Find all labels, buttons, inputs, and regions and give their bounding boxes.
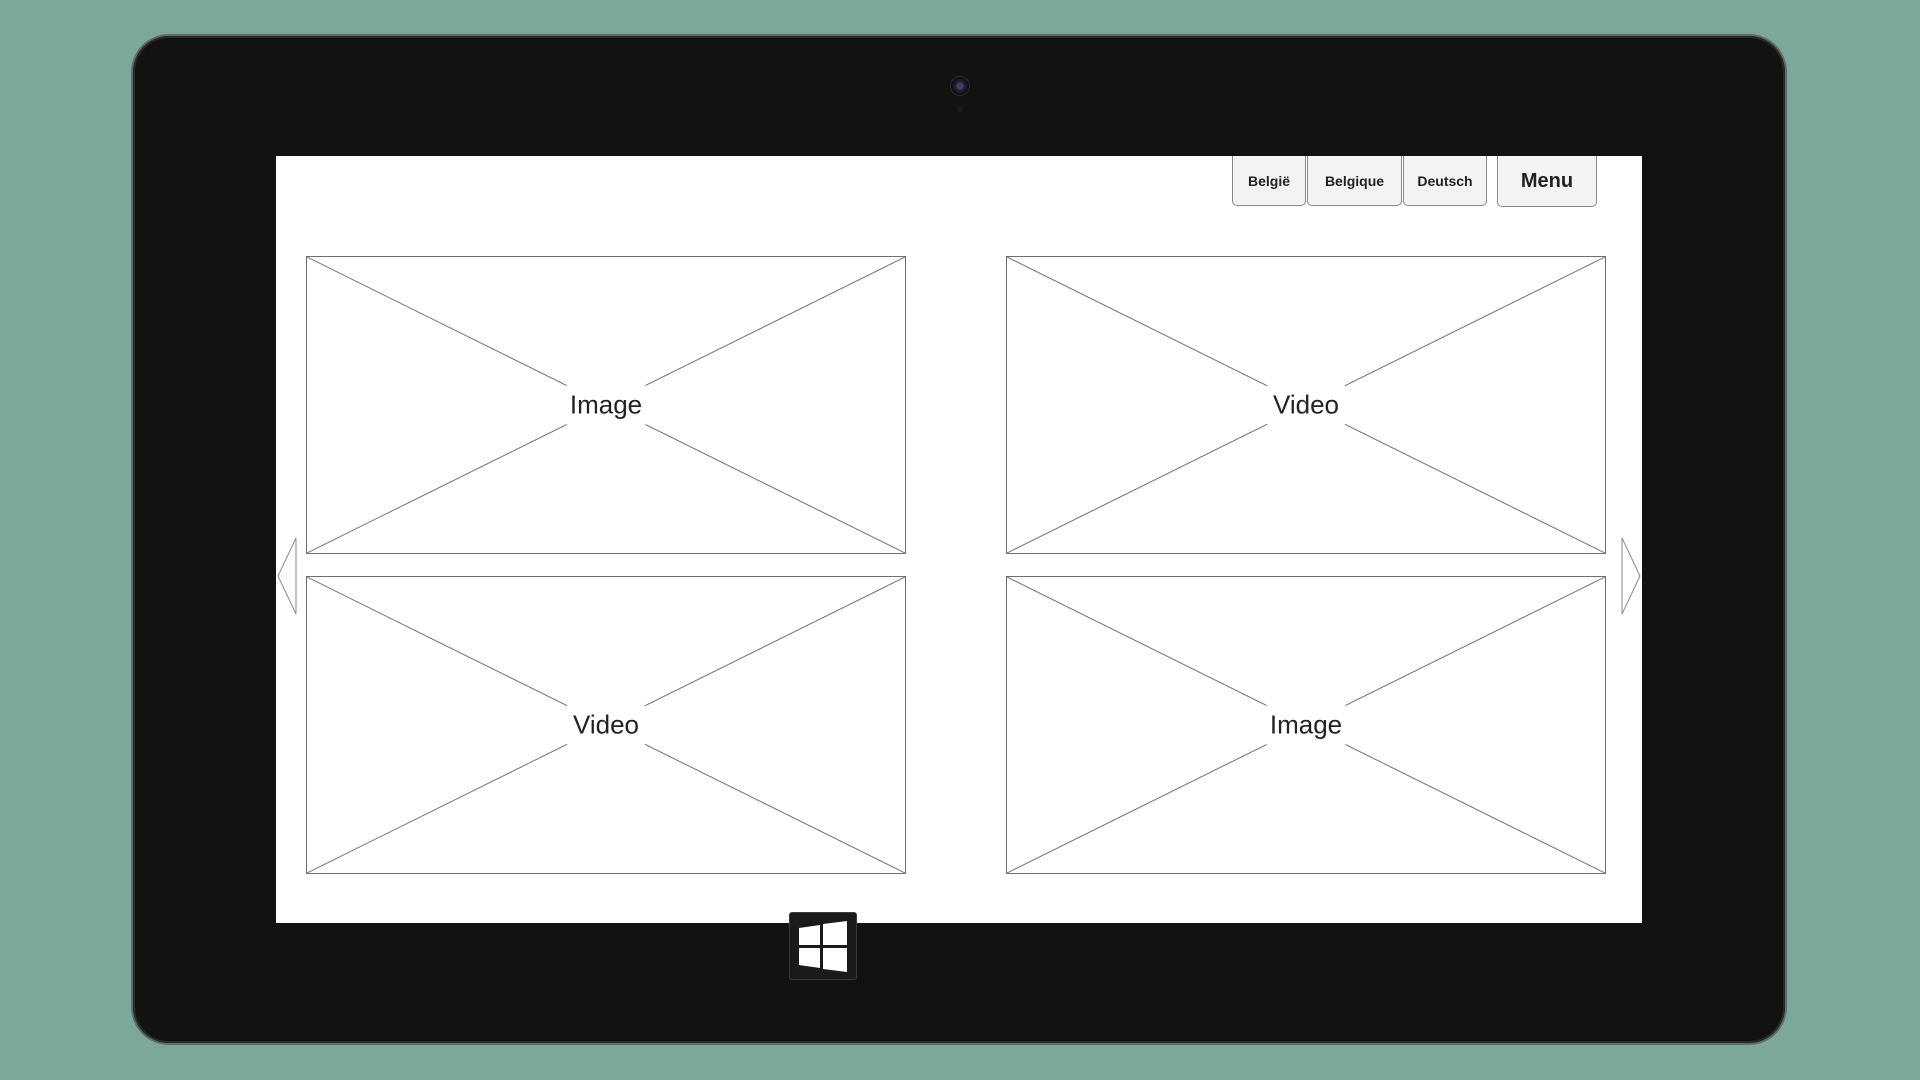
tile-label: Image (1263, 705, 1349, 745)
windows-home-button[interactable] (789, 912, 857, 980)
tile-label: Video (1266, 385, 1346, 425)
media-tile-video[interactable]: Video (306, 576, 906, 874)
tile-label: Video (566, 705, 646, 745)
language-button-deutsch[interactable]: Deutsch (1403, 156, 1487, 206)
language-button-belgique[interactable]: Belgique (1307, 156, 1402, 206)
media-tile-image[interactable]: Image (306, 256, 906, 554)
tablet-frame: België Belgique Deutsch Menu Image Video (133, 36, 1785, 1043)
menu-button[interactable]: Menu (1497, 156, 1597, 207)
tile-label: Image (563, 385, 649, 425)
media-tile-image[interactable]: Image (1006, 576, 1606, 874)
screen: België Belgique Deutsch Menu Image Video (276, 156, 1642, 923)
top-toolbar: België Belgique Deutsch Menu (1232, 156, 1597, 208)
previous-page-arrow-icon[interactable] (276, 536, 298, 616)
camera-icon (951, 77, 969, 95)
windows-logo-icon (799, 921, 847, 972)
light-sensor (957, 106, 963, 112)
media-tile-video[interactable]: Video (1006, 256, 1606, 554)
next-page-arrow-icon[interactable] (1620, 536, 1642, 616)
language-button-belgie[interactable]: België (1232, 156, 1306, 206)
